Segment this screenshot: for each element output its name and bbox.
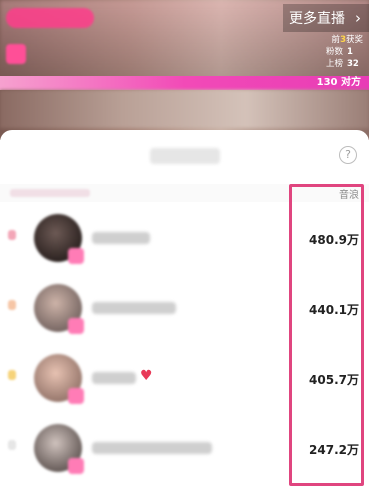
username-blurred	[92, 232, 150, 244]
live-stream-background: 更多直播 › 前3获奖 粉数 1 上榜 32 130 对方	[0, 0, 369, 140]
pk-bar-text: 130 对方	[316, 77, 361, 88]
avatar[interactable]	[34, 354, 84, 404]
avatar-frame-badge	[68, 458, 84, 474]
stat-label: 上榜	[325, 59, 343, 69]
avatar[interactable]	[34, 284, 84, 334]
username-blurred	[92, 442, 212, 454]
rank-info-panel: 前3获奖 粉数 1 上榜 32	[326, 34, 363, 70]
avatar-frame-badge	[68, 318, 84, 334]
stat-label: 粉数	[325, 47, 343, 57]
rank-badge	[8, 440, 16, 450]
heart-icon: ♥	[140, 368, 153, 384]
more-live-label: 更多直播	[289, 11, 345, 27]
blurred-badge	[6, 44, 26, 64]
avatar[interactable]	[34, 214, 84, 264]
question-circle-icon[interactable]: ?	[339, 146, 357, 164]
avatar-frame-badge	[68, 388, 84, 404]
blurred-streamer-pill[interactable]	[6, 8, 94, 28]
rank-prefix: 前	[331, 35, 341, 45]
username-blurred	[92, 302, 176, 314]
stat-value: 1	[347, 47, 353, 57]
rank-award-line: 前3获奖	[326, 34, 363, 46]
stat-row-fans: 粉数 1	[326, 46, 363, 58]
chevron-right-icon: ›	[355, 9, 361, 27]
more-live-button[interactable]: 更多直播 ›	[283, 4, 369, 32]
blurred-tip-text	[10, 189, 90, 197]
username-blurred	[92, 372, 136, 384]
rank-badge	[8, 300, 16, 310]
blurred-stream-strip	[0, 90, 369, 128]
pk-progress-bar: 130 对方	[0, 76, 369, 90]
rank-badge	[8, 370, 16, 380]
rank-suffix: 获奖	[345, 35, 363, 45]
avatar-frame-badge	[68, 248, 84, 264]
panel-title-blurred	[150, 148, 220, 164]
score-column-highlight	[289, 184, 364, 486]
avatar[interactable]	[34, 424, 84, 474]
rank-badge	[8, 230, 16, 240]
stat-row-rank: 上榜 32	[326, 58, 363, 70]
stat-value: 32	[347, 59, 359, 69]
